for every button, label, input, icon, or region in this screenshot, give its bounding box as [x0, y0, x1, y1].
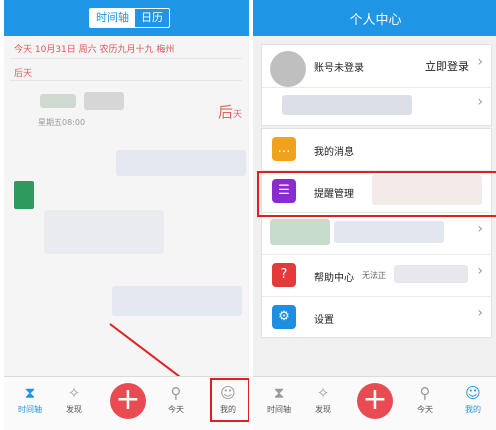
pin-icon: ⚲ [170, 384, 182, 402]
help-note: 无法正 [362, 271, 386, 280]
gear-icon: ⚙ [272, 305, 296, 329]
menu-label: 帮助中心 [314, 273, 354, 284]
person-icon: ☺ [465, 384, 481, 402]
menu-panel: … 我的消息 ☰ 提醒管理 › ? 帮助中心 无法正 › ⚙ 设置 › [261, 128, 492, 338]
page-title: 个人中心 [349, 13, 402, 28]
tab-mine[interactable]: ☺ 我的 [453, 377, 493, 415]
right-screen-profile: 个人中心 账号未登录 立即登录 › › … 我的消息 ☰ 提醒管理 › ? 帮助… [253, 0, 496, 430]
blurred-content [334, 221, 444, 243]
blurred-content [282, 95, 412, 115]
question-icon: ? [272, 263, 296, 287]
blurred-content [270, 219, 330, 245]
tab-timeline-nav[interactable]: ⧗ 时间轴 [10, 377, 50, 415]
menu-label: 设置 [314, 315, 334, 326]
chevron-right-icon: › [477, 94, 483, 110]
menu-label: 我的消息 [314, 147, 354, 158]
tab-today[interactable]: ⚲ 今天 [405, 377, 445, 415]
hourglass-icon: ⧗ [24, 384, 36, 402]
tab-timeline-nav[interactable]: ⧗ 时间轴 [259, 377, 299, 415]
blurred-row[interactable]: › [262, 213, 491, 253]
pin-icon: ⚲ [419, 384, 431, 402]
annotation-arrow [109, 323, 208, 398]
hourglass-icon: ⧗ [273, 384, 285, 402]
account-status: 账号未登录 [314, 63, 364, 74]
tab-label: 今天 [168, 405, 184, 414]
menu-item-messages[interactable]: … 我的消息 [262, 129, 491, 169]
login-link[interactable]: 立即登录 [425, 58, 469, 74]
blurred-content [394, 265, 468, 283]
menu-item-settings[interactable]: ⚙ 设置 › [262, 297, 491, 337]
lightbulb-icon: ✧ [67, 384, 81, 402]
tab-label: 发现 [66, 405, 82, 414]
tab-today[interactable]: ⚲ 今天 [156, 377, 196, 415]
chevron-right-icon: › [477, 263, 483, 279]
menu-item-help-center[interactable]: ? 帮助中心 无法正 › [262, 255, 491, 295]
account-panel: 账号未登录 立即登录 › › [261, 44, 492, 126]
lightbulb-icon: ✧ [316, 384, 330, 402]
tab-discover[interactable]: ✧ 发现 [54, 377, 94, 415]
tab-label: 发现 [315, 405, 331, 414]
blurred-row[interactable]: › [262, 87, 491, 127]
chevron-right-icon: › [477, 305, 483, 321]
highlight-box-mine-tab [210, 378, 249, 422]
message-icon: … [272, 137, 296, 161]
tab-label: 我的 [465, 405, 481, 414]
account-row[interactable]: 账号未登录 立即登录 › [262, 45, 491, 87]
avatar [270, 51, 306, 87]
tab-label: 今天 [417, 405, 433, 414]
tab-discover[interactable]: ✧ 发现 [303, 377, 343, 415]
tab-label: 时间轴 [267, 405, 291, 414]
left-screen-timeline: 时间轴 日历 今天 10月31日 周六 农历九月十九 梅州 后天 星期五08:0… [4, 0, 249, 430]
add-button[interactable]: + [357, 383, 393, 419]
bottom-tab-bar: ⧗ 时间轴 ✧ 发现 + ⚲ 今天 ☺ 我的 [253, 376, 496, 430]
add-button[interactable]: + [110, 383, 146, 419]
chevron-right-icon: › [477, 221, 483, 237]
chevron-right-icon: › [477, 54, 483, 70]
tab-label: 时间轴 [18, 405, 42, 414]
highlight-box-reminder-management [257, 171, 496, 217]
top-bar: 个人中心 [253, 0, 496, 36]
